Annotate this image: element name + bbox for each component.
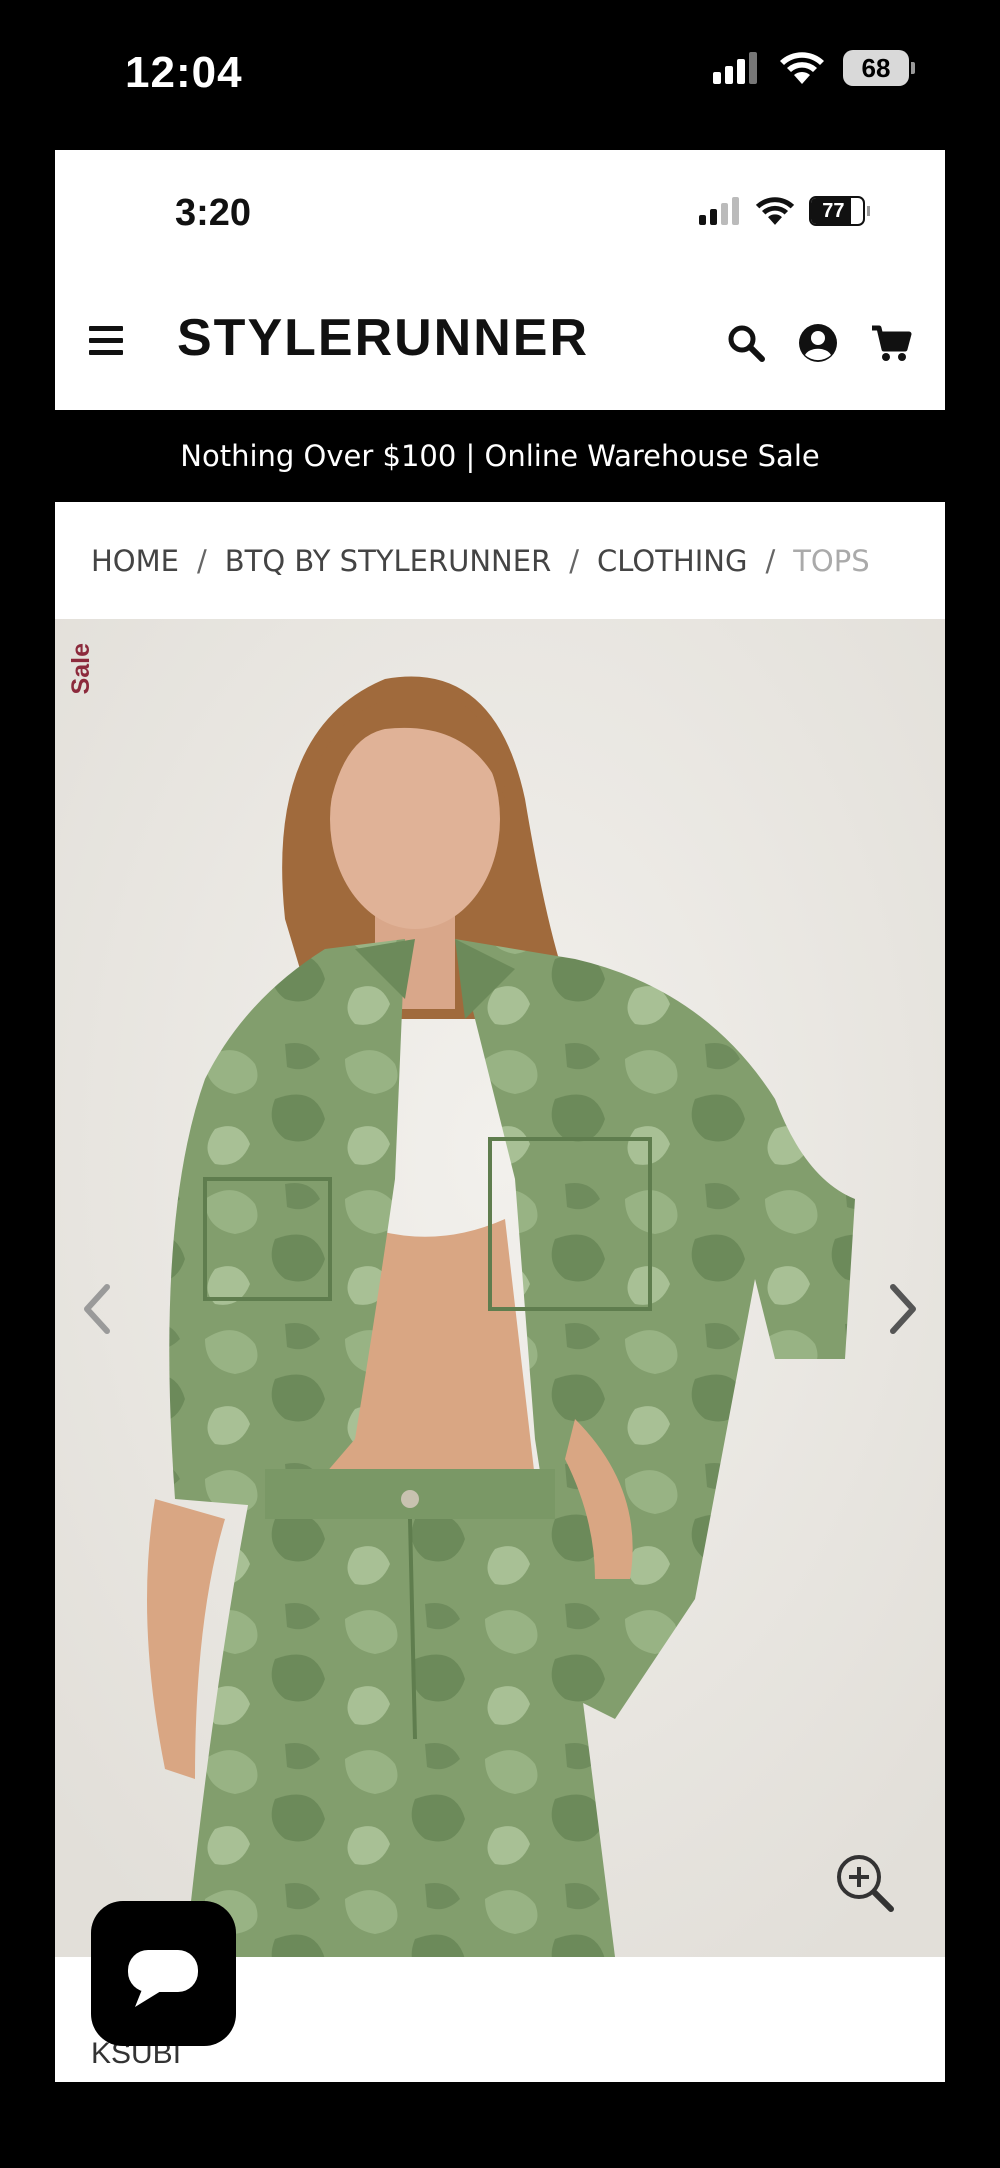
inner-status-time: 3:20 [175, 192, 252, 234]
product-photo [55, 619, 945, 1957]
chat-icon [128, 1950, 198, 2007]
chevron-left-icon[interactable] [77, 1279, 117, 1339]
battery-icon: 68 [843, 50, 915, 86]
breadcrumb-separator: / [765, 543, 776, 578]
inner-status-bar: 3:20 77 [55, 150, 945, 280]
signal-icon [713, 52, 757, 84]
wifi-icon [780, 52, 824, 84]
signal-icon [699, 197, 739, 225]
breadcrumb-item-home[interactable]: HOME [91, 544, 179, 578]
menu-icon[interactable] [89, 326, 123, 356]
site-header: STYLERUNNER [55, 280, 945, 410]
brand-logo[interactable]: STYLERUNNER [177, 308, 589, 368]
breadcrumb: HOME / BTQ BY STYLERUNNER / CLOTHING / T… [55, 502, 945, 619]
cart-icon[interactable] [870, 322, 912, 364]
outer-status-bar: 12:04 68 [0, 0, 1000, 150]
account-icon[interactable] [797, 322, 839, 364]
breadcrumb-item-clothing[interactable]: CLOTHING [597, 544, 747, 578]
chat-button[interactable] [91, 1901, 236, 2046]
breadcrumb-item-btq[interactable]: BTQ BY STYLERUNNER [225, 544, 551, 578]
outer-status-time: 12:04 [125, 48, 243, 97]
breadcrumb-item-tops[interactable]: TOPS [793, 544, 869, 578]
wifi-icon [755, 197, 795, 225]
sale-badge: Sale [67, 643, 95, 695]
chevron-right-icon[interactable] [883, 1279, 923, 1339]
product-image-gallery[interactable]: Sale [55, 619, 945, 1957]
outer-battery-level: 68 [843, 50, 909, 86]
breadcrumb-separator: / [196, 543, 207, 578]
promo-banner[interactable]: Nothing Over $100 | Online Warehouse Sal… [55, 410, 945, 502]
outer-status-icons: 68 [713, 50, 915, 86]
inner-status-icons: 77 [699, 196, 870, 226]
breadcrumb-separator: / [569, 543, 579, 578]
inner-battery-level: 77 [822, 199, 845, 222]
promo-text: Nothing Over $100 | Online Warehouse Sal… [180, 439, 820, 473]
battery-icon: 77 [809, 196, 870, 226]
search-icon[interactable] [725, 322, 767, 364]
zoom-in-icon[interactable] [833, 1851, 897, 1915]
browser-screen: 3:20 77 STYLERUNNER Nothing Over $100 | … [55, 150, 945, 2082]
